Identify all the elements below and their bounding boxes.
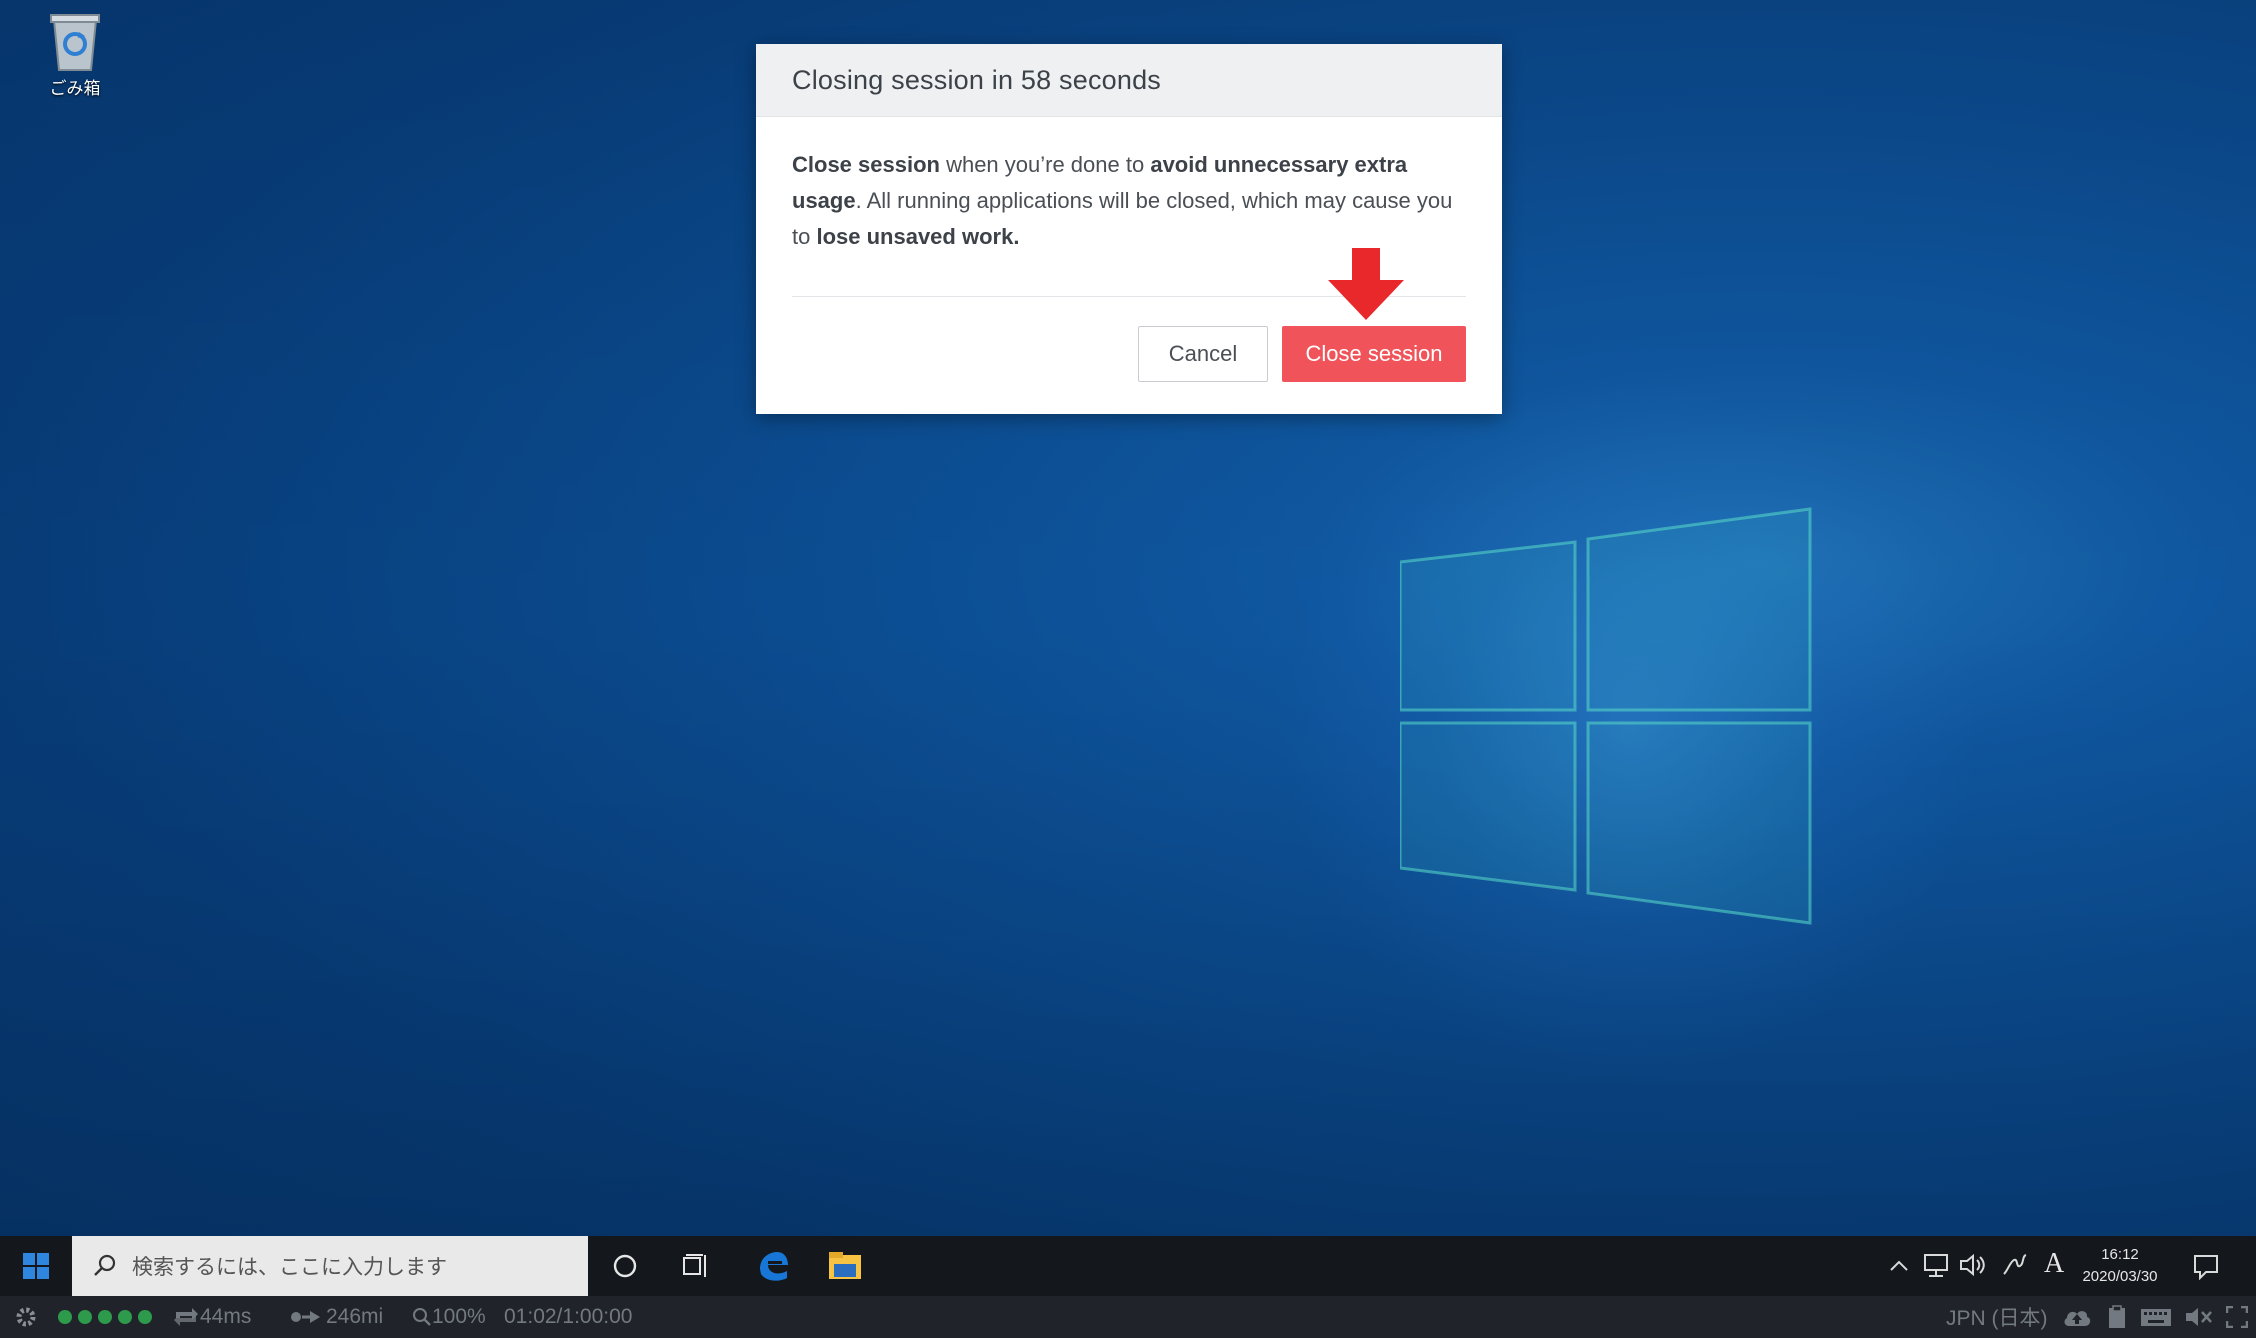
red-arrow-icon bbox=[1328, 248, 1404, 320]
file-explorer-button[interactable] bbox=[812, 1236, 878, 1296]
windows-start-icon bbox=[23, 1253, 49, 1279]
session-status-bar: 44ms 246mi 100% 01:02/1:00:00 JPN (日本) bbox=[0, 1296, 2256, 1338]
session-timer: 01:02/1:00:00 bbox=[504, 1305, 633, 1328]
recycle-bin-icon bbox=[46, 10, 104, 72]
speaker-muted-icon bbox=[2186, 1308, 2212, 1326]
pen-ink-icon[interactable] bbox=[2000, 1252, 2028, 1278]
clock-date: 2020/03/30 bbox=[2082, 1268, 2158, 1285]
signal-dot-icon bbox=[78, 1310, 92, 1324]
start-button[interactable] bbox=[0, 1236, 72, 1296]
zoom-icon bbox=[413, 1308, 431, 1326]
search-placeholder: 検索するには、ここに入力します bbox=[132, 1256, 447, 1279]
repeat-icon bbox=[174, 1308, 198, 1326]
mute-button[interactable] bbox=[2184, 1296, 2214, 1338]
signal-dot-icon bbox=[98, 1310, 112, 1324]
signal-dot-icon bbox=[58, 1310, 72, 1324]
cloud-upload-button[interactable] bbox=[2062, 1296, 2092, 1338]
cloud-upload-icon bbox=[2064, 1311, 2091, 1326]
close-session-button[interactable]: Close session bbox=[1282, 326, 1466, 382]
network-icon[interactable] bbox=[1922, 1252, 1950, 1278]
cortana-icon bbox=[613, 1254, 637, 1278]
signal-dot-icon bbox=[138, 1310, 152, 1324]
task-view-button[interactable] bbox=[664, 1236, 730, 1296]
clipboard-icon bbox=[2109, 1305, 2125, 1328]
signal-dot-icon bbox=[118, 1310, 132, 1324]
notifications-icon[interactable] bbox=[2192, 1252, 2220, 1280]
dialog-header: Closing session in 58 seconds bbox=[756, 44, 1502, 117]
message-bold-close-session: Close session bbox=[792, 152, 940, 177]
dialog-title: Closing session in 58 seconds bbox=[792, 64, 1162, 95]
task-view-icon bbox=[683, 1254, 706, 1277]
distance-icon bbox=[291, 1311, 320, 1323]
dialog-message: Close session when you’re done to avoid … bbox=[756, 117, 1502, 255]
latency-value: 44ms bbox=[200, 1305, 252, 1328]
taskbar: 検索するには、ここに入力します A 16:12 2020/03/30 bbox=[0, 1236, 2256, 1296]
recycle-bin-label: ごみ箱 bbox=[49, 79, 101, 98]
message-bold-unsaved-work: lose unsaved work. bbox=[816, 224, 1020, 249]
clipboard-button[interactable] bbox=[2108, 1296, 2126, 1338]
distance-indicator: 246mi bbox=[290, 1296, 383, 1338]
zoom-value: 100% bbox=[432, 1305, 486, 1328]
windows-wallpaper-logo bbox=[1400, 507, 1812, 925]
latency-indicator: 44ms bbox=[172, 1296, 251, 1338]
taskbar-search-box[interactable]: 検索するには、ここに入力します bbox=[72, 1236, 588, 1296]
show-hidden-icons-icon[interactable] bbox=[1888, 1256, 1910, 1276]
taskbar-clock[interactable]: 16:12 2020/03/30 bbox=[2070, 1244, 2170, 1288]
close-session-dialog: Closing session in 58 seconds Close sess… bbox=[756, 44, 1502, 414]
fullscreen-button[interactable] bbox=[2226, 1296, 2248, 1338]
clock-time: 16:12 bbox=[2101, 1246, 2139, 1263]
keyboard-button[interactable] bbox=[2140, 1296, 2172, 1338]
message-text-1: when you’re done to bbox=[939, 152, 1151, 177]
zoom-indicator[interactable]: 100% bbox=[412, 1296, 486, 1338]
edge-button[interactable] bbox=[740, 1236, 806, 1296]
keyboard-icon bbox=[2141, 1309, 2171, 1326]
volume-icon[interactable] bbox=[1958, 1252, 1986, 1278]
edge-icon bbox=[760, 1252, 788, 1281]
cortana-button[interactable] bbox=[592, 1236, 658, 1296]
recycle-bin[interactable]: ごみ箱 bbox=[30, 10, 120, 99]
fullscreen-icon bbox=[2226, 1306, 2248, 1328]
connection-quality-dots bbox=[58, 1296, 158, 1338]
file-explorer-icon bbox=[829, 1252, 861, 1279]
gear-icon bbox=[16, 1307, 36, 1327]
search-icon bbox=[94, 1254, 116, 1276]
settings-gear-button[interactable] bbox=[14, 1296, 38, 1338]
cancel-button[interactable]: Cancel bbox=[1138, 326, 1268, 382]
ime-indicator[interactable]: A bbox=[2044, 1248, 2064, 1280]
keyboard-language[interactable]: JPN (日本) bbox=[1946, 1296, 2048, 1338]
distance-value: 246mi bbox=[326, 1305, 384, 1328]
